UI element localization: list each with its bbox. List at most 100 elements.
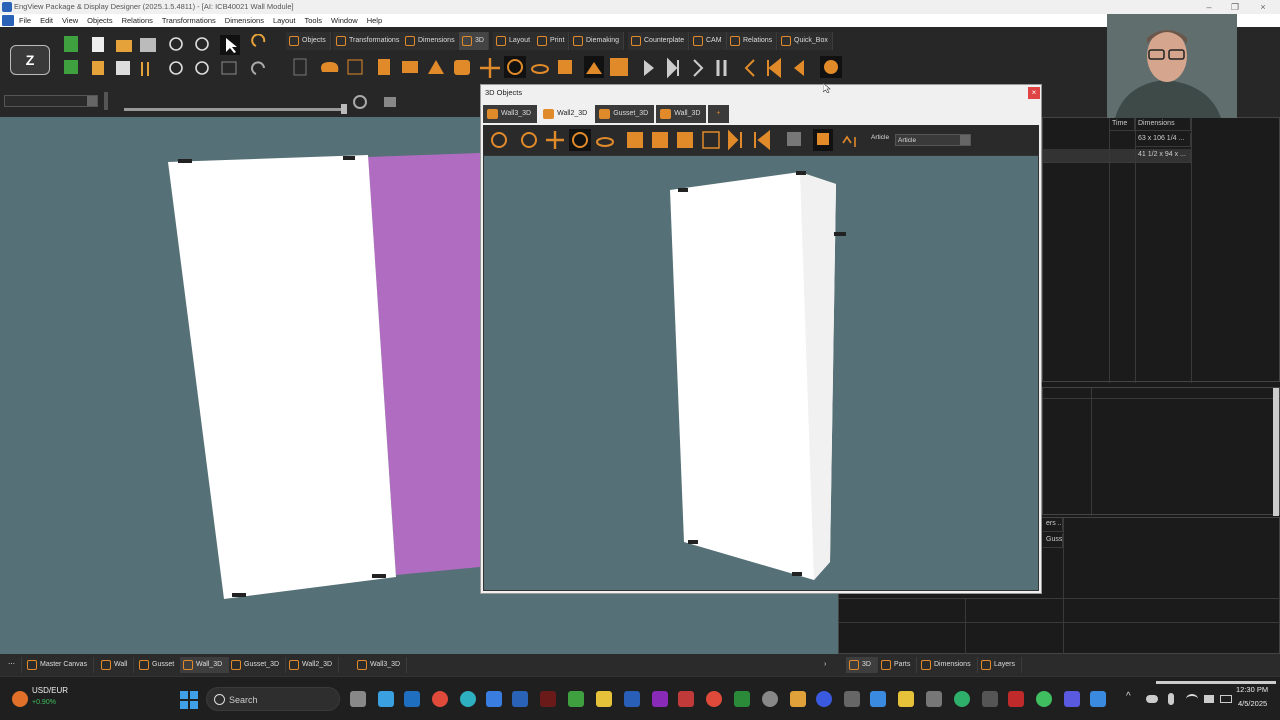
tab-wall2-3d[interactable]: Wall2_3D — [286, 657, 340, 673]
illustrator-icon[interactable] — [540, 691, 556, 707]
powerpoint-icon[interactable] — [678, 691, 694, 707]
app-r-icon[interactable] — [486, 691, 502, 707]
menu-objects[interactable]: Objects — [82, 14, 116, 27]
engview-green-icon[interactable] — [568, 691, 584, 707]
onenote-icon[interactable] — [652, 691, 668, 707]
whatsapp-icon[interactable] — [1036, 691, 1052, 707]
app-gray-icon[interactable] — [844, 691, 860, 707]
volume-icon[interactable] — [1204, 695, 1214, 703]
menu-window[interactable]: Window — [326, 14, 362, 27]
slider-track[interactable] — [124, 108, 346, 111]
github-icon[interactable] — [762, 691, 778, 707]
close-window-button[interactable]: × — [1254, 0, 1272, 14]
scrollbar[interactable] — [1273, 388, 1279, 516]
tray-chevron-icon[interactable]: ^ — [1126, 691, 1131, 702]
tab-relations[interactable]: Relations — [727, 32, 778, 50]
outlook-icon[interactable] — [404, 691, 420, 707]
engview-icon[interactable] — [512, 691, 528, 707]
tab-print[interactable]: Print — [534, 32, 570, 50]
tab-master-canvas[interactable]: Master Canvas — [24, 657, 95, 673]
copilot-icon[interactable] — [378, 691, 394, 707]
refresh-app-icon[interactable] — [954, 691, 970, 707]
paste-icon — [92, 61, 104, 75]
windows-start-icon[interactable] — [180, 691, 198, 709]
app-orange-icon[interactable] — [790, 691, 806, 707]
tab-wall3-3d[interactable]: Wall3_3D — [354, 657, 408, 673]
column-header-layers[interactable]: ers ... — [1043, 518, 1063, 532]
onedrive-icon[interactable] — [1146, 695, 1158, 703]
menu-file[interactable]: File — [14, 14, 35, 27]
slider-thumb[interactable] — [341, 104, 347, 114]
tab-gusset-3d[interactable]: Gusset_3D — [228, 657, 287, 673]
tab-layout[interactable]: Layout — [493, 32, 536, 50]
panel-tab-dimensions[interactable]: Dimensions — [918, 657, 978, 673]
column-header-dimensions[interactable]: Dimensions — [1135, 118, 1191, 131]
panel-tab-3d[interactable]: 3D — [846, 657, 878, 673]
zoom-app-icon[interactable] — [816, 691, 832, 707]
clock-date[interactable]: 4/5/2025 — [1238, 699, 1267, 708]
app-logo[interactable]: Z — [10, 45, 50, 75]
tab-counterplate[interactable]: Counterplate — [628, 32, 690, 50]
tab-transformations[interactable]: Transformations — [333, 32, 405, 50]
stock-widget-icon[interactable] — [12, 691, 28, 707]
clock-time[interactable]: 12:30 PM — [1236, 685, 1268, 694]
task-view-icon[interactable] — [350, 691, 366, 707]
teams-icon[interactable] — [1064, 691, 1080, 707]
tabs-scroll-right[interactable]: › — [818, 657, 832, 673]
article-select[interactable]: Article — [895, 134, 971, 146]
excel-icon[interactable] — [734, 691, 750, 707]
panel-tab-layers[interactable]: Layers — [978, 657, 1023, 673]
tab-wall[interactable]: Wall — [98, 657, 135, 673]
menu-relations[interactable]: Relations — [117, 14, 157, 27]
tab-wall2-3d[interactable]: Wall2_3D — [539, 105, 594, 123]
add-tab-button[interactable]: + — [708, 105, 729, 123]
tab-cam[interactable]: CAM — [690, 32, 727, 50]
menu-dimensions[interactable]: Dimensions — [220, 14, 268, 27]
tab-diemaking[interactable]: Diemaking — [570, 32, 625, 50]
tab-gusset[interactable]: Gusset — [136, 657, 182, 673]
table-row-dimensions[interactable]: 63 x 106 1/4 ... — [1135, 133, 1191, 147]
tab-quick-box[interactable]: Quick_Box — [778, 32, 833, 50]
menu-help[interactable]: Help — [362, 14, 386, 27]
layer-combo[interactable] — [4, 95, 98, 107]
orbit-icon — [596, 137, 614, 147]
tab-3d[interactable]: 3D — [459, 32, 489, 50]
menu-layout[interactable]: Layout — [268, 14, 300, 27]
tab-objects[interactable]: Objects — [286, 32, 331, 50]
tabs-menu-icon[interactable]: ⋯ — [0, 657, 22, 673]
chrome-icon[interactable] — [432, 691, 448, 707]
keepass-icon[interactable] — [898, 691, 914, 707]
tab-gusset-3d[interactable]: Gusset_3D — [595, 105, 655, 123]
acrobat-icon[interactable] — [1008, 691, 1024, 707]
dialog-3d-view[interactable] — [483, 155, 1039, 591]
media-icon[interactable] — [706, 691, 722, 707]
vscode-icon[interactable] — [870, 691, 886, 707]
word-icon[interactable] — [624, 691, 640, 707]
system-menu-icon[interactable] — [2, 15, 14, 26]
menu-tools[interactable]: Tools — [300, 14, 327, 27]
tab-wall-3d[interactable]: Wall_3D — [656, 105, 707, 123]
dialog-close-button[interactable]: × — [1028, 87, 1040, 99]
tab-dimensions[interactable]: Dimensions — [402, 32, 460, 50]
column-header-time[interactable]: Time — [1109, 118, 1135, 131]
battery-icon[interactable] — [1220, 695, 1232, 703]
menu-transformations[interactable]: Transformations — [157, 14, 220, 27]
panel-tab-parts[interactable]: Parts — [878, 657, 918, 673]
dialog-canvas[interactable] — [484, 156, 1038, 590]
maximize-button[interactable]: ❐ — [1226, 0, 1244, 14]
remote-icon[interactable] — [926, 691, 942, 707]
table-row-dimensions[interactable]: 41 1/2 x 94 x ... — [1135, 149, 1191, 163]
wifi-icon[interactable] — [1186, 694, 1198, 704]
screen-icon[interactable] — [982, 691, 998, 707]
file-explorer-icon[interactable] — [596, 691, 612, 707]
edge-icon[interactable] — [460, 691, 476, 707]
tab-wall-3d[interactable]: Wall_3D — [180, 657, 230, 673]
snipping-icon[interactable] — [1090, 691, 1106, 707]
search-box[interactable]: Search — [206, 687, 340, 711]
minimize-button[interactable]: – — [1200, 0, 1218, 14]
microphone-icon[interactable] — [1168, 693, 1174, 705]
tab-wall3-3d[interactable]: Wall3_3D — [483, 105, 538, 123]
layer-row[interactable]: Guss... — [1043, 534, 1063, 548]
menu-view[interactable]: View — [57, 14, 82, 27]
menu-edit[interactable]: Edit — [35, 14, 57, 27]
